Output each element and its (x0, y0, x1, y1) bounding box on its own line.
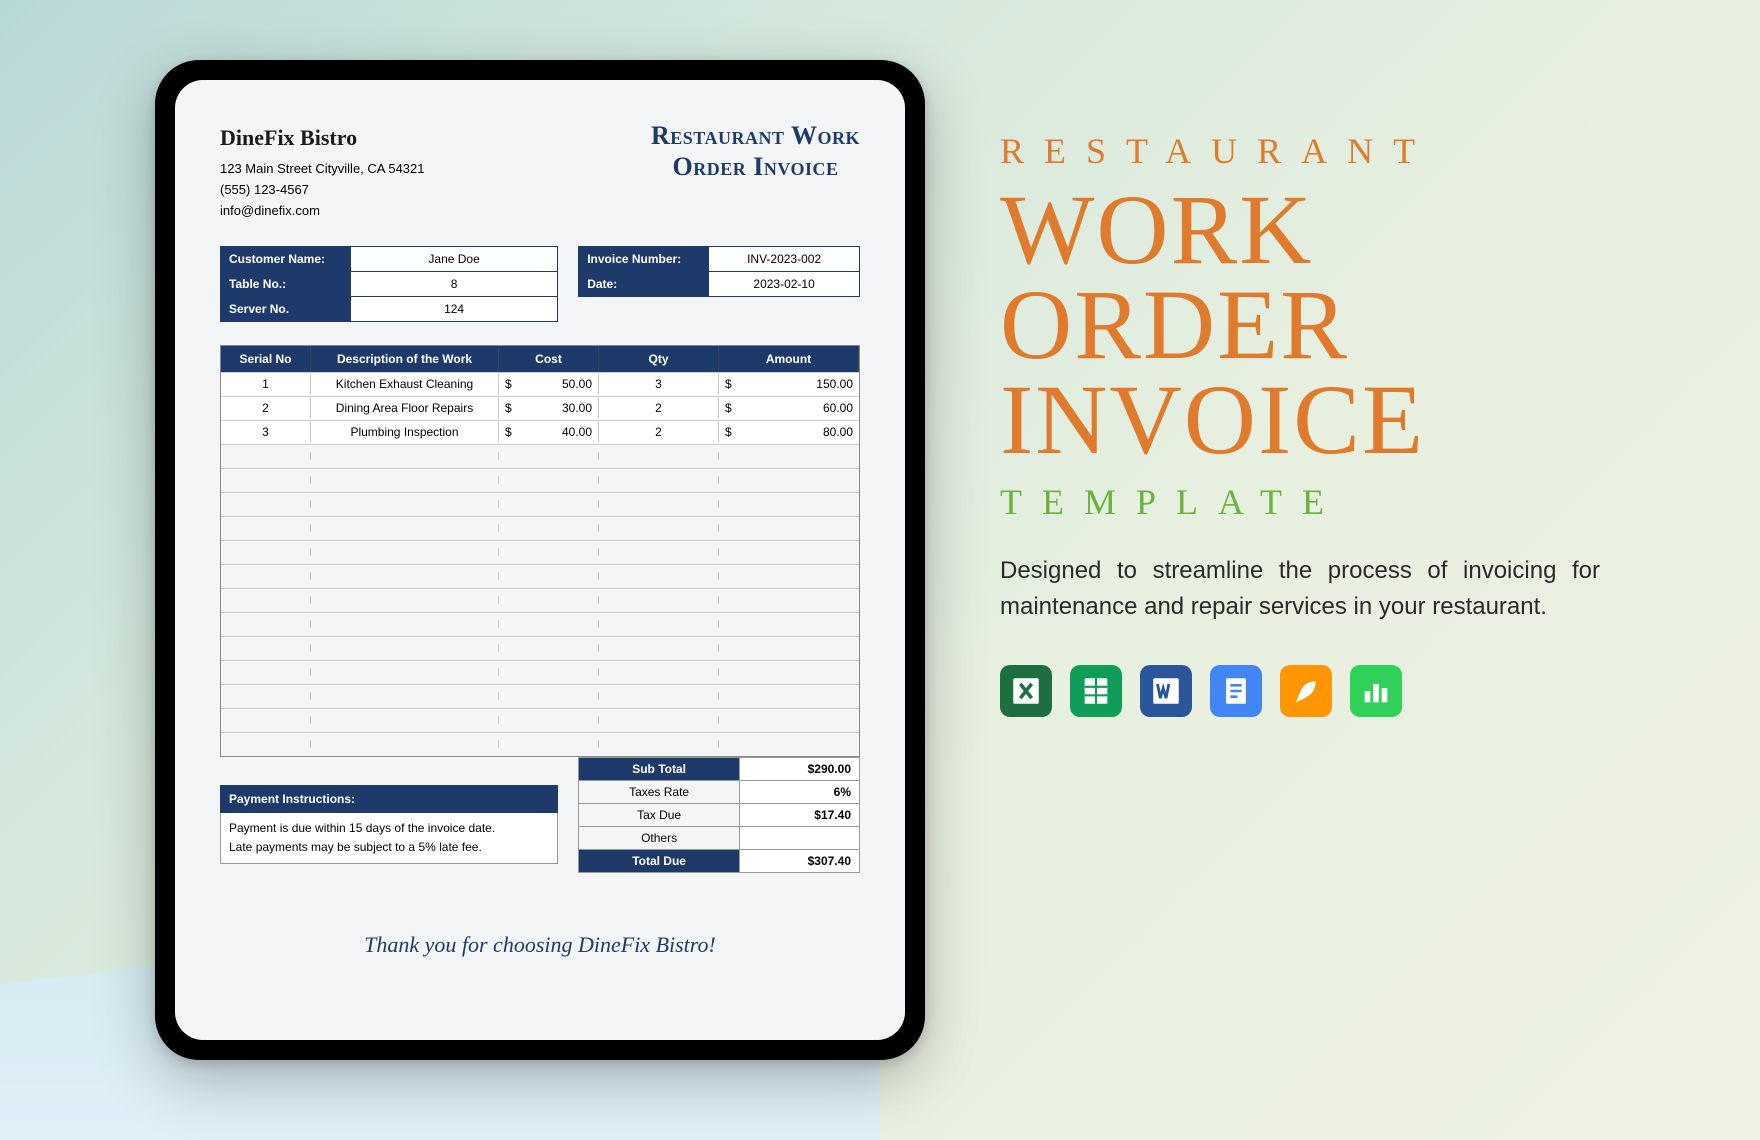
cell-qty: 2 (599, 397, 719, 419)
info-row: Customer Name:Jane Doe Table No.:8 Serve… (220, 246, 860, 321)
format-icons-row (1000, 665, 1650, 717)
cell-cost: $30.00 (499, 397, 599, 419)
server-no-label: Server No. (221, 297, 351, 321)
cell-amount: $80.00 (719, 421, 859, 443)
subtotal-value: $290.00 (739, 758, 859, 780)
col-amount: Amount (719, 346, 859, 372)
table-row-empty (221, 516, 859, 540)
totaldue-value: $307.40 (739, 850, 859, 872)
title-line-1: Restaurant Work (651, 120, 860, 151)
company-address: 123 Main Street Cityville, CA 54321 (220, 159, 425, 180)
invoice-info-block: Invoice Number:INV-2023-002 Date:2023-02… (578, 246, 860, 321)
table-row-empty (221, 732, 859, 756)
marketing-description: Designed to streamline the process of in… (1000, 553, 1600, 625)
table-row: 2Dining Area Floor Repairs$30.002$60.00 (221, 396, 859, 420)
subtotal-label: Sub Total (579, 758, 739, 780)
excel-icon (1000, 665, 1052, 717)
invoice-date-label: Date: (579, 272, 709, 296)
title-work: WORK (1000, 182, 1650, 277)
company-email: info@dinefix.com (220, 201, 425, 222)
company-phone: (555) 123-4567 (220, 180, 425, 201)
marketing-panel: RESTAURANT WORK ORDER INVOICE TEMPLATE D… (1000, 130, 1650, 717)
cell-serial: 3 (221, 421, 311, 443)
cell-serial: 2 (221, 397, 311, 419)
table-row-empty (221, 636, 859, 660)
word-icon (1140, 665, 1192, 717)
table-row-empty (221, 564, 859, 588)
table-row-empty (221, 612, 859, 636)
col-cost: Cost (499, 346, 599, 372)
invoice-number-label: Invoice Number: (579, 247, 709, 271)
taxdue-value: $17.40 (739, 804, 859, 826)
customer-name-label: Customer Name: (221, 247, 351, 271)
payment-body: Payment is due within 15 days of the inv… (220, 813, 558, 864)
document-header: DineFix Bistro 123 Main Street Cityville… (220, 120, 860, 222)
numbers-icon (1350, 665, 1402, 717)
title-restaurant: RESTAURANT (1000, 130, 1650, 172)
table-no-value: 8 (351, 272, 557, 296)
table-row-empty (221, 708, 859, 732)
cell-cost: $40.00 (499, 421, 599, 443)
col-qty: Qty (599, 346, 719, 372)
taxrate-value: 6% (739, 781, 859, 803)
totaldue-label: Total Due (579, 850, 739, 872)
line-items-table: Serial No Description of the Work Cost Q… (220, 345, 860, 757)
col-description: Description of the Work (311, 346, 499, 372)
company-name: DineFix Bistro (220, 120, 425, 155)
title-template: TEMPLATE (1000, 481, 1650, 523)
server-no-value: 124 (351, 297, 557, 321)
table-row-empty (221, 492, 859, 516)
invoice-date-value: 2023-02-10 (709, 272, 859, 296)
payment-line-2: Late payments may be subject to a 5% lat… (229, 838, 549, 857)
cell-qty: 3 (599, 373, 719, 395)
title-order: ORDER (1000, 277, 1650, 372)
table-row-empty (221, 468, 859, 492)
col-serial: Serial No (221, 346, 311, 372)
company-block: DineFix Bistro 123 Main Street Cityville… (220, 120, 425, 222)
sheets-icon (1070, 665, 1122, 717)
cell-description: Dining Area Floor Repairs (311, 397, 499, 419)
bottom-section: Payment Instructions: Payment is due wit… (220, 757, 860, 872)
table-row-empty (221, 540, 859, 564)
invoice-number-value: INV-2023-002 (709, 247, 859, 271)
cell-description: Plumbing Inspection (311, 421, 499, 443)
pages-icon (1280, 665, 1332, 717)
taxrate-label: Taxes Rate (579, 781, 739, 803)
table-row: 3Plumbing Inspection$40.002$80.00 (221, 420, 859, 444)
thank-you-message: Thank you for choosing DineFix Bistro! (220, 932, 860, 958)
payment-instructions-block: Payment Instructions: Payment is due wit… (220, 785, 558, 872)
table-row-empty (221, 588, 859, 612)
title-invoice: INVOICE (1000, 372, 1650, 467)
taxdue-label: Tax Due (579, 804, 739, 826)
totals-block: Sub Total$290.00 Taxes Rate6% Tax Due$17… (578, 757, 860, 872)
document-title: Restaurant Work Order Invoice (651, 120, 860, 222)
table-header-row: Serial No Description of the Work Cost Q… (221, 346, 859, 372)
docs-icon (1210, 665, 1262, 717)
title-line-2: Order Invoice (651, 151, 860, 182)
customer-info-block: Customer Name:Jane Doe Table No.:8 Serve… (220, 246, 558, 321)
table-row: 1Kitchen Exhaust Cleaning$50.003$150.00 (221, 372, 859, 396)
invoice-document: DineFix Bistro 123 Main Street Cityville… (175, 80, 905, 1040)
cell-serial: 1 (221, 373, 311, 395)
table-row-empty (221, 684, 859, 708)
table-row-empty (221, 660, 859, 684)
table-no-label: Table No.: (221, 272, 351, 296)
customer-name-value: Jane Doe (351, 247, 557, 271)
payment-line-1: Payment is due within 15 days of the inv… (229, 819, 549, 838)
tablet-frame: DineFix Bistro 123 Main Street Cityville… (155, 60, 925, 1060)
payment-heading: Payment Instructions: (220, 785, 558, 813)
table-row-empty (221, 444, 859, 468)
cell-qty: 2 (599, 421, 719, 443)
others-value (739, 827, 859, 849)
others-label: Others (579, 827, 739, 849)
cell-amount: $60.00 (719, 397, 859, 419)
cell-cost: $50.00 (499, 373, 599, 395)
cell-amount: $150.00 (719, 373, 859, 395)
cell-description: Kitchen Exhaust Cleaning (311, 373, 499, 395)
